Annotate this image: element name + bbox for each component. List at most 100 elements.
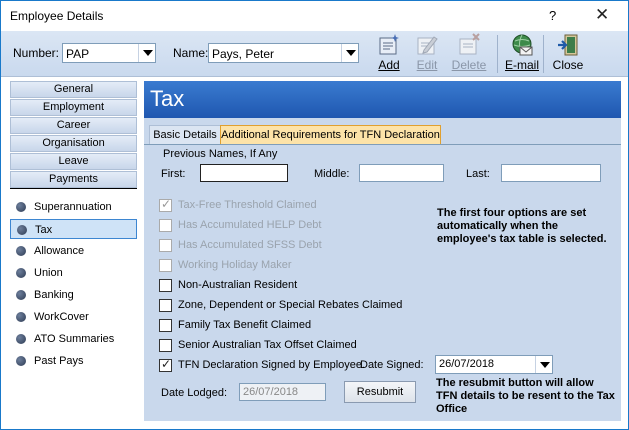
checkbox-label: Has Accumulated SFSS Debt (178, 239, 322, 251)
window-title: Employee Details (10, 9, 104, 23)
tab-strip: Basic Details Additional Requirements fo… (144, 125, 621, 145)
checkbox-icon (159, 339, 172, 352)
exit-door-icon (558, 34, 578, 56)
checkbox-icon (159, 299, 172, 312)
sidebar-item-past-pays[interactable]: Past Pays (10, 351, 137, 371)
email-button[interactable]: E-mail (502, 33, 542, 75)
date-signed-picker[interactable]: 26/07/2018 (435, 355, 553, 374)
date-lodged-label: Date Lodged: (161, 387, 228, 399)
tax-free-threshold-checkbox[interactable]: Tax-Free Threshold Claimed (159, 197, 449, 214)
nav-group-organisation[interactable]: Organisation (10, 135, 137, 152)
panel-header: Tax (144, 81, 621, 118)
checkbox-icon (159, 197, 172, 212)
auto-options-note: The first four options are set automatic… (437, 207, 607, 245)
non-australian-resident-checkbox[interactable]: Non-Australian Resident (159, 278, 449, 294)
resubmit-note: The resubmit button will allow TFN detai… (436, 377, 615, 415)
sidebar-item-label: Allowance (34, 245, 85, 257)
toolbar-separator (497, 35, 498, 73)
checkbox-icon (159, 279, 172, 292)
nav-group-payments[interactable]: Payments (10, 171, 137, 188)
edit-label: Edit (416, 58, 438, 72)
bullet-icon (17, 225, 27, 235)
add-record-icon (379, 34, 399, 55)
tab-additional-requirements[interactable]: Additional Requirements for TFN Declarat… (220, 125, 441, 145)
sidebar-item-superannuation[interactable]: Superannuation (10, 197, 137, 217)
last-name-input[interactable] (501, 164, 601, 182)
edit-record-icon (417, 36, 438, 55)
window-close-button[interactable]: ✕ (595, 5, 609, 25)
email-label: E-mail (504, 58, 539, 72)
name-label: Name: (173, 46, 209, 60)
tfn-declaration-content: Previous Names, If Any First: Middle: La… (154, 145, 621, 421)
delete-record-icon (459, 33, 480, 55)
chevron-down-icon[interactable] (138, 44, 155, 62)
sidebar-item-allowance[interactable]: Allowance (10, 241, 137, 261)
checkbox-label: Working Holiday Maker (178, 259, 292, 271)
chevron-down-icon[interactable] (341, 44, 358, 62)
last-name-label: Last: (466, 168, 490, 180)
nav-divider (10, 188, 137, 189)
nav-group-employment[interactable]: Employment (10, 99, 137, 116)
first-name-label: First: (161, 168, 186, 180)
sidebar-item-label: WorkCover (34, 311, 89, 323)
sidebar-item-label: Superannuation (34, 201, 112, 213)
sidebar-item-union[interactable]: Union (10, 263, 137, 283)
toolbar: Number: PAP Name: Pays, Peter Add Edit D… (1, 31, 628, 77)
checkbox-icon (159, 357, 172, 372)
globe-mail-icon (512, 34, 533, 56)
checkbox-label: TFN Declaration Signed by Employee. (178, 359, 366, 371)
nav-group-career[interactable]: Career (10, 117, 137, 134)
nav-group-leave[interactable]: Leave (10, 153, 137, 170)
sidebar-item-label: Banking (34, 289, 74, 301)
help-debt-checkbox[interactable]: Has Accumulated HELP Debt (159, 218, 449, 234)
zone-rebates-checkbox[interactable]: Zone, Dependent or Special Rebates Claim… (159, 298, 449, 314)
number-label: Number: (13, 46, 60, 60)
chevron-down-icon[interactable] (535, 356, 552, 373)
family-tax-benefit-checkbox[interactable]: Family Tax Benefit Claimed (159, 318, 449, 334)
resubmit-button[interactable]: Resubmit (344, 381, 416, 403)
number-combo[interactable]: PAP (62, 43, 156, 63)
help-button[interactable]: ? (549, 8, 556, 23)
first-name-input[interactable] (200, 164, 288, 182)
nav-group-general[interactable]: General (10, 81, 137, 98)
sidebar-item-label: Union (34, 267, 63, 279)
checkbox-label: Zone, Dependent or Special Rebates Claim… (178, 299, 403, 311)
sidebar-item-tax[interactable]: Tax (10, 219, 137, 239)
checkbox-icon (159, 219, 172, 232)
checkbox-label: Has Accumulated HELP Debt (178, 219, 322, 231)
checkbox-label: Family Tax Benefit Claimed (178, 319, 312, 331)
delete-button[interactable]: Delete (449, 33, 489, 75)
bullet-icon (16, 202, 26, 212)
sidebar-item-label: Past Pays (34, 355, 84, 367)
close-button[interactable]: Close (548, 33, 588, 75)
checkbox-label: Tax-Free Threshold Claimed (178, 199, 317, 211)
employee-details-window: Employee Details ? ✕ Number: PAP Name: P… (0, 0, 629, 430)
checkbox-label: Senior Australian Tax Offset Claimed (178, 339, 357, 351)
bullet-icon (16, 356, 26, 366)
previous-names-label: Previous Names, If Any (163, 148, 278, 160)
bullet-icon (16, 268, 26, 278)
middle-name-input[interactable] (359, 164, 444, 182)
sidebar-item-ato-summaries[interactable]: ATO Summaries (10, 329, 137, 349)
middle-name-label: Middle: (314, 168, 350, 180)
date-lodged-field: 26/07/2018 (239, 383, 326, 401)
add-button[interactable]: Add (369, 33, 409, 75)
toolbar-separator (543, 35, 544, 73)
sidebar-item-workcover[interactable]: WorkCover (10, 307, 137, 327)
tab-basic-details[interactable]: Basic Details (149, 125, 221, 145)
edit-button[interactable]: Edit (407, 33, 447, 75)
title-bar: Employee Details ? ✕ (1, 1, 628, 31)
bullet-icon (16, 312, 26, 322)
name-combo[interactable]: Pays, Peter (208, 43, 359, 63)
sfss-debt-checkbox[interactable]: Has Accumulated SFSS Debt (159, 238, 449, 254)
add-label: Add (378, 58, 400, 72)
name-value: Pays, Peter (212, 47, 275, 61)
checkbox-icon (159, 259, 172, 272)
working-holiday-maker-checkbox[interactable]: Working Holiday Maker (159, 258, 449, 274)
checkbox-icon (159, 239, 172, 252)
sidebar-item-banking[interactable]: Banking (10, 285, 137, 305)
tax-panel: Tax Basic Details Additional Requirement… (144, 81, 621, 421)
senior-tax-offset-checkbox[interactable]: Senior Australian Tax Offset Claimed (159, 338, 449, 354)
date-signed-label: Date Signed: (360, 359, 424, 371)
close-label: Close (552, 58, 584, 72)
